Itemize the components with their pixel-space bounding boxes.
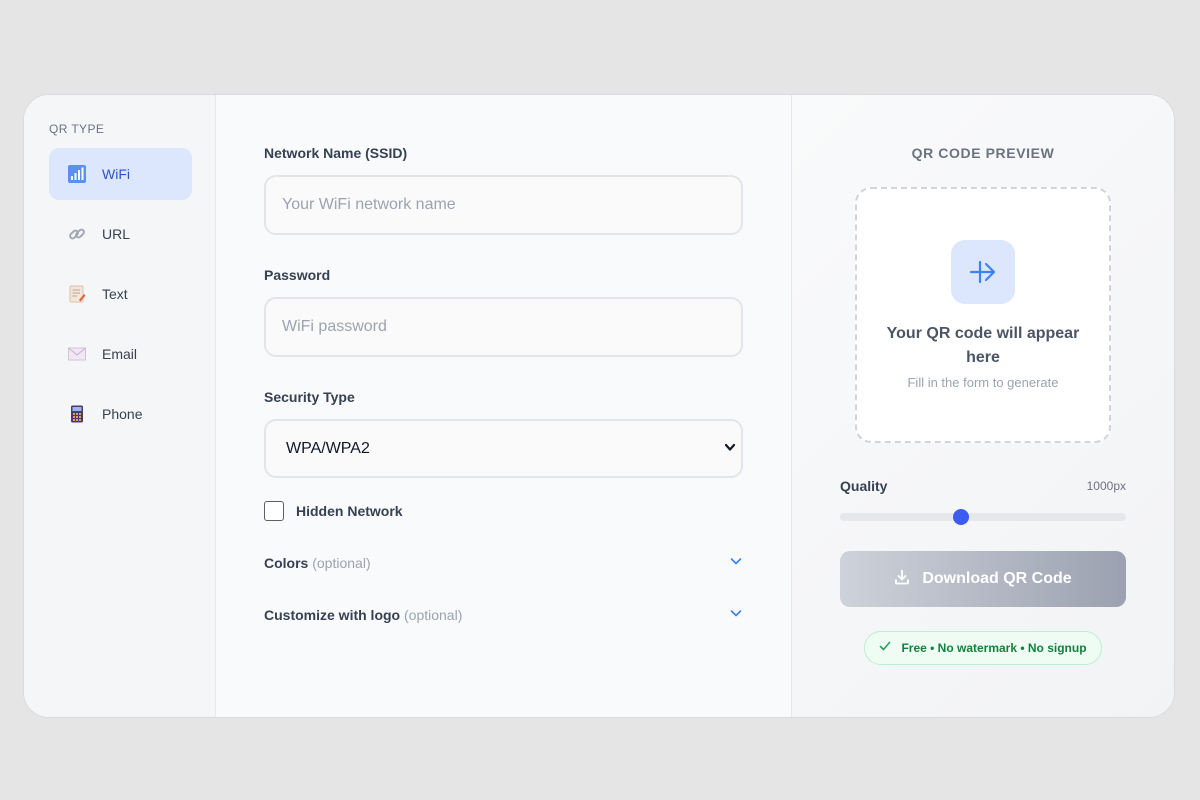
free-badge: Free • No watermark • No signup <box>864 631 1102 665</box>
phone-icon <box>67 404 87 424</box>
colors-optional-hint: (optional) <box>312 555 371 571</box>
type-item-label: WiFi <box>102 166 130 182</box>
qr-generator-card: QR TYPE WiFi URL Text Email Phone Networ… <box>23 94 1175 718</box>
type-item-label: Phone <box>102 406 143 422</box>
qr-preview-box: Your QR code will appear here Fill in th… <box>855 187 1111 443</box>
hidden-network-label: Hidden Network <box>296 503 403 519</box>
logo-accordion-label: Customize with logo (optional) <box>264 607 462 623</box>
password-label: Password <box>264 267 331 283</box>
colors-accordion[interactable]: Colors (optional) <box>264 553 743 573</box>
ssid-input[interactable] <box>264 175 743 235</box>
security-type-select[interactable]: WPA/WPA2 <box>264 419 743 478</box>
type-item-label: Email <box>102 346 138 362</box>
chevron-down-icon <box>729 606 743 625</box>
sidebar-title: QR TYPE <box>49 122 105 136</box>
type-item-wifi[interactable]: WiFi <box>49 148 192 200</box>
link-icon <box>67 224 87 244</box>
preview-placeholder-text: Your QR code will appear here <box>886 325 1080 366</box>
wifi-signal-icon <box>67 164 87 184</box>
chevron-down-icon <box>729 554 743 573</box>
hidden-network-checkbox[interactable] <box>264 501 284 521</box>
hidden-network-row: Hidden Network <box>264 501 791 521</box>
password-input[interactable] <box>264 297 743 357</box>
preview-title: QR CODE PREVIEW <box>911 145 1055 161</box>
type-item-phone[interactable]: Phone <box>49 388 192 440</box>
quality-slider-thumb[interactable] <box>953 509 970 525</box>
quality-slider[interactable] <box>840 509 1126 525</box>
envelope-icon <box>67 344 87 364</box>
document-icon <box>67 284 87 304</box>
logo-title: Customize with logo <box>264 607 401 623</box>
colors-accordion-label: Colors (optional) <box>264 555 371 571</box>
logo-optional-hint: (optional) <box>404 607 463 623</box>
type-item-label: Text <box>102 286 128 302</box>
free-badge-text: Free • No watermark • No signup <box>901 641 1087 655</box>
download-qr-label: Download QR Code <box>922 570 1072 587</box>
quality-value: 1000px <box>1086 479 1126 493</box>
preview-placeholder-hint: Fill in the form to generate <box>907 375 1059 390</box>
type-item-email[interactable]: Email <box>49 328 192 380</box>
qr-type-sidebar: QR TYPE WiFi URL Text Email Phone <box>24 95 216 717</box>
wifi-form: Network Name (SSID) Password Security Ty… <box>216 95 792 717</box>
security-type-label: Security Type <box>264 389 355 405</box>
download-icon <box>894 569 910 590</box>
arrow-right-icon <box>951 240 1015 304</box>
colors-title: Colors <box>264 555 309 571</box>
logo-accordion[interactable]: Customize with logo (optional) <box>264 605 743 625</box>
download-qr-button[interactable]: Download QR Code <box>840 551 1126 607</box>
qr-preview-panel: QR CODE PREVIEW Your QR code will appear… <box>792 95 1174 717</box>
quality-row: Quality 1000px <box>840 477 1126 495</box>
type-item-text[interactable]: Text <box>49 268 192 320</box>
quality-label: Quality <box>840 478 888 494</box>
ssid-label: Network Name (SSID) <box>264 145 408 161</box>
chevron-down-icon <box>723 440 737 459</box>
checkmark-icon <box>879 639 891 657</box>
type-item-label: URL <box>102 226 131 242</box>
type-item-url[interactable]: URL <box>49 208 192 260</box>
security-type-value: WPA/WPA2 <box>286 439 370 457</box>
